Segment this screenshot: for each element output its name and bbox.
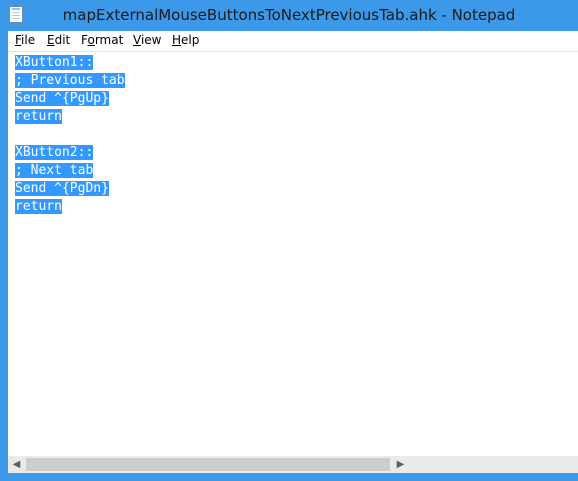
scroll-thumb[interactable] [26,458,390,471]
horizontal-scrollbar[interactable]: ◀ ▶ [8,456,578,473]
scroll-right-icon[interactable]: ▶ [392,456,409,473]
code-line[interactable]: ; Previous tab [15,72,125,90]
code-line[interactable]: Send ^{PgUp} [15,90,109,108]
menu-format-mnemonic: o [87,33,95,47]
window-title: mapExternalMouseButtonsToNextPreviousTab… [62,6,516,24]
code-line[interactable]: XButton1:: [15,54,94,72]
code-line-text: ; Previous tab [15,73,125,88]
code-line[interactable]: return [15,108,62,126]
code-line-text: return [15,109,62,124]
code-line-text: XButton1:: [15,55,94,70]
menu-help-label: elp [181,33,200,47]
menu-view[interactable]: View [133,33,161,47]
code-line[interactable]: XButton2:: [15,144,94,162]
menu-view-mnemonic: V [133,33,141,47]
menu-format[interactable]: Format [81,33,123,47]
menu-help[interactable]: Help [172,33,199,47]
menu-file[interactable]: File [15,33,35,47]
code-line-text: XButton2:: [15,145,94,160]
code-line[interactable]: ; Next tab [15,162,94,180]
menu-view-label: iew [140,33,162,47]
menu-file-label: ile [21,33,36,47]
menu-bar: File Edit Format View Help [8,31,578,52]
notepad-window: mapExternalMouseButtonsToNextPreviousTab… [0,0,578,481]
code-line-text: ; Next tab [15,163,94,178]
menu-help-mnemonic: H [172,33,182,47]
menu-format-label: rmat [94,33,124,47]
title-bar[interactable]: mapExternalMouseButtonsToNextPreviousTab… [0,0,578,31]
scroll-left-icon[interactable]: ◀ [8,456,25,473]
code-line-text: Send ^{PgDn} [15,181,109,196]
code-line-text: return [15,199,62,214]
window-bottom-border [0,473,578,481]
menu-edit-label: dit [54,33,71,47]
code-line[interactable]: Send ^{PgDn} [15,180,109,198]
code-line-text: Send ^{PgUp} [15,91,109,106]
text-editor[interactable]: XButton1:: ; Previous tab Send ^{PgUp} r… [8,52,578,456]
code-line[interactable]: return [15,198,62,216]
menu-edit[interactable]: Edit [47,33,70,47]
menu-edit-mnemonic: E [47,33,55,47]
